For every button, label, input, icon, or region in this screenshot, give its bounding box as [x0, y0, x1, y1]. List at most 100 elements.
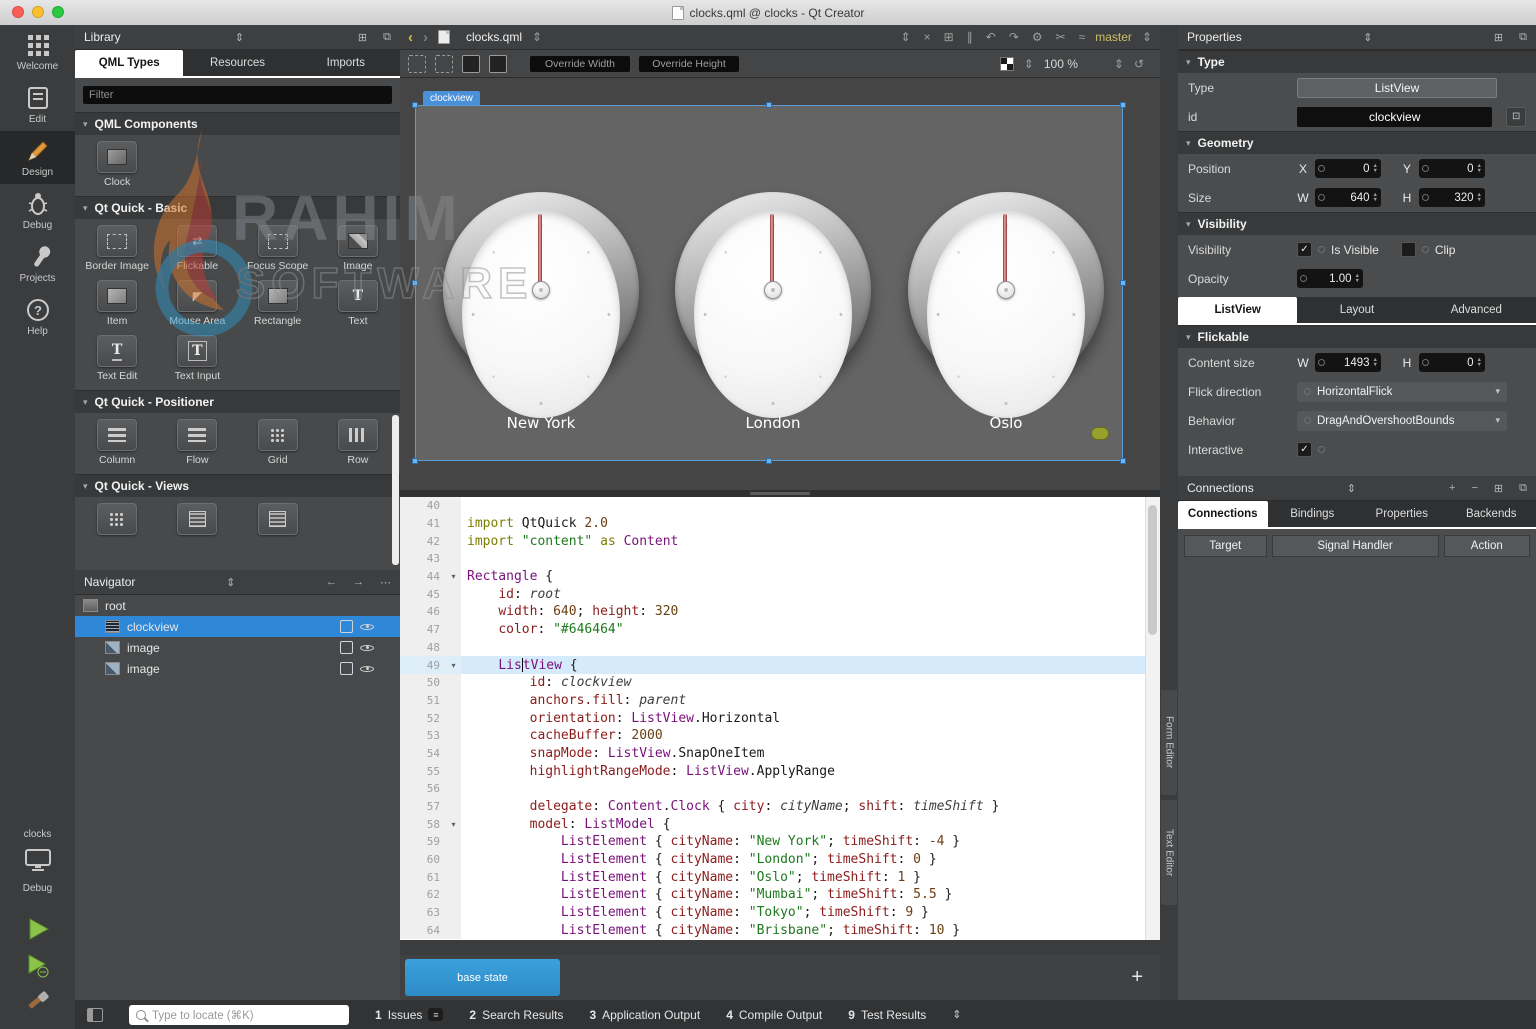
library-item-row[interactable]: Row: [318, 419, 398, 466]
connections-tab-connections[interactable]: Connections: [1178, 501, 1268, 527]
split-view-icon[interactable]: ⇕: [901, 30, 911, 44]
float-panel-icon[interactable]: ⧉: [383, 31, 391, 44]
selection-tool-icon[interactable]: [408, 55, 426, 73]
navigator-item-image[interactable]: image: [75, 637, 400, 658]
selection-handle[interactable]: [1120, 280, 1126, 286]
connections-tab-backends[interactable]: Backends: [1447, 501, 1536, 527]
add-state-button[interactable]: +: [1131, 966, 1155, 989]
visibility-eye-icon[interactable]: [360, 642, 374, 654]
move-right-icon[interactable]: →: [353, 576, 364, 589]
selection-handle[interactable]: [412, 102, 418, 108]
library-item-column[interactable]: Column: [77, 419, 157, 466]
zoom-level[interactable]: 100 %: [1044, 57, 1078, 71]
monitor-icon[interactable]: [23, 848, 53, 875]
build-button[interactable]: [25, 990, 51, 1019]
editor-splitter[interactable]: [400, 490, 1160, 497]
mode-welcome[interactable]: Welcome: [0, 25, 75, 78]
export-checkbox[interactable]: [340, 641, 353, 654]
library-item-item[interactable]: Item: [77, 280, 157, 327]
properties-tab-layout[interactable]: Layout: [1297, 297, 1416, 323]
selection-handle[interactable]: [766, 102, 772, 108]
id-alias-button[interactable]: ⊡: [1506, 107, 1526, 127]
output-tab-application-output[interactable]: 3Application Output: [589, 1008, 700, 1022]
mode-projects[interactable]: Projects: [0, 237, 75, 290]
move-left-icon[interactable]: ←: [326, 576, 337, 589]
crosshair-icon[interactable]: ⊞: [944, 30, 954, 44]
library-item-text-input[interactable]: Text Input: [157, 335, 237, 382]
library-item-clock[interactable]: Clock: [77, 141, 157, 188]
library-item-list-view[interactable]: [157, 503, 237, 535]
content-w-spinbox[interactable]: 1493▲▼: [1315, 353, 1381, 372]
navigator-item-root[interactable]: root: [75, 595, 400, 616]
text-editor-tab[interactable]: Text Editor: [1161, 800, 1177, 905]
library-section-qml-components[interactable]: ▾QML Components: [75, 112, 400, 135]
behavior-dropdown[interactable]: DragAndOvershootBounds▾: [1297, 411, 1507, 431]
connections-column-target[interactable]: Target: [1184, 535, 1267, 557]
library-item-focus-scope[interactable]: Focus Scope: [238, 225, 318, 272]
library-item-grid-view[interactable]: [77, 503, 157, 535]
id-field[interactable]: clockview: [1297, 107, 1492, 127]
interactive-checkbox[interactable]: ✓: [1297, 442, 1312, 457]
connections-column-signal-handler[interactable]: Signal Handler: [1272, 535, 1439, 557]
section-flickable[interactable]: ▾Flickable: [1178, 325, 1536, 348]
library-section-qt-quick-basic[interactable]: ▾Qt Quick - Basic: [75, 196, 400, 219]
visibility-eye-icon[interactable]: [360, 621, 374, 633]
split-panel-icon[interactable]: ⊞: [358, 31, 367, 44]
undo-icon[interactable]: ↶: [986, 30, 996, 44]
library-tab-resources[interactable]: Resources: [183, 50, 291, 76]
mode-edit[interactable]: Edit: [0, 78, 75, 131]
mode-debug[interactable]: Debug: [0, 184, 75, 237]
mode-design[interactable]: Design: [0, 131, 75, 184]
selection-handle[interactable]: [1120, 458, 1126, 464]
settings-icon[interactable]: ⚙: [1032, 30, 1043, 44]
form-editor-tab[interactable]: Form Editor: [1161, 690, 1177, 795]
navigator-filter-icon[interactable]: ⋯: [380, 576, 391, 589]
export-checkbox[interactable]: [340, 620, 353, 633]
redo-icon[interactable]: ↷: [1009, 30, 1019, 44]
connections-tab-bindings[interactable]: Bindings: [1268, 501, 1358, 527]
selection-handle[interactable]: [766, 458, 772, 464]
updown-icon[interactable]: ⇕: [1347, 482, 1356, 495]
properties-tab-advanced[interactable]: Advanced: [1417, 297, 1536, 323]
x-spinbox[interactable]: 0▲▼: [1315, 159, 1381, 178]
code-hscrollbar[interactable]: [400, 940, 1160, 955]
library-item-flow[interactable]: Flow: [157, 419, 237, 466]
w-spinbox[interactable]: 640▲▼: [1315, 188, 1381, 207]
library-item-rectangle[interactable]: Rectangle: [238, 280, 318, 327]
code-scrollbar[interactable]: [1145, 497, 1160, 940]
library-item-image[interactable]: Image: [318, 225, 398, 272]
library-section-qt-quick-views[interactable]: ▾Qt Quick - Views: [75, 474, 400, 497]
updown-icon[interactable]: ⇕: [1114, 57, 1124, 71]
section-type[interactable]: ▾Type: [1178, 50, 1536, 73]
output-tab-compile-output[interactable]: 4Compile Output: [726, 1008, 822, 1022]
selection-handle[interactable]: [412, 280, 418, 286]
clip-checkbox[interactable]: [1401, 242, 1416, 257]
output-tab-issues[interactable]: 1Issues≡: [375, 1008, 443, 1022]
library-item-border-image[interactable]: Border Image: [77, 225, 157, 272]
content-h-spinbox[interactable]: 0▲▼: [1419, 353, 1485, 372]
issues-filter-badge[interactable]: ≡: [428, 1008, 443, 1021]
section-geometry[interactable]: ▾Geometry: [1178, 131, 1536, 154]
properties-tab-listview[interactable]: ListView: [1178, 297, 1297, 323]
items-tool-icon[interactable]: [462, 55, 480, 73]
state-base-state[interactable]: base state: [405, 959, 560, 996]
effects-icon[interactable]: ≈: [1079, 30, 1086, 44]
snap-tool-icon[interactable]: [489, 55, 507, 73]
forward-icon[interactable]: ›: [423, 29, 428, 46]
run-debug-button[interactable]: [25, 953, 51, 982]
is-visible-checkbox[interactable]: ✓: [1297, 242, 1312, 257]
section-visibility[interactable]: ▾Visibility: [1178, 212, 1536, 235]
connections-column-action[interactable]: Action: [1444, 535, 1530, 557]
opacity-spinbox[interactable]: 1.00▲▼: [1297, 269, 1363, 288]
library-tab-qml-types[interactable]: QML Types: [75, 50, 183, 76]
sidebar-toggle-icon[interactable]: [87, 1008, 103, 1022]
minimize-window-button[interactable]: [32, 6, 44, 18]
cut-icon[interactable]: ✂: [1056, 30, 1066, 44]
float-panel-icon[interactable]: ⧉: [1519, 482, 1527, 495]
zoom-window-button[interactable]: [52, 6, 64, 18]
pause-icon[interactable]: ∥: [967, 30, 973, 44]
library-item-flickable[interactable]: Flickable: [157, 225, 237, 272]
override-width-field[interactable]: Override Width: [530, 56, 630, 72]
h-spinbox[interactable]: 320▲▼: [1419, 188, 1485, 207]
updown-icon[interactable]: ⇕: [1024, 57, 1034, 71]
